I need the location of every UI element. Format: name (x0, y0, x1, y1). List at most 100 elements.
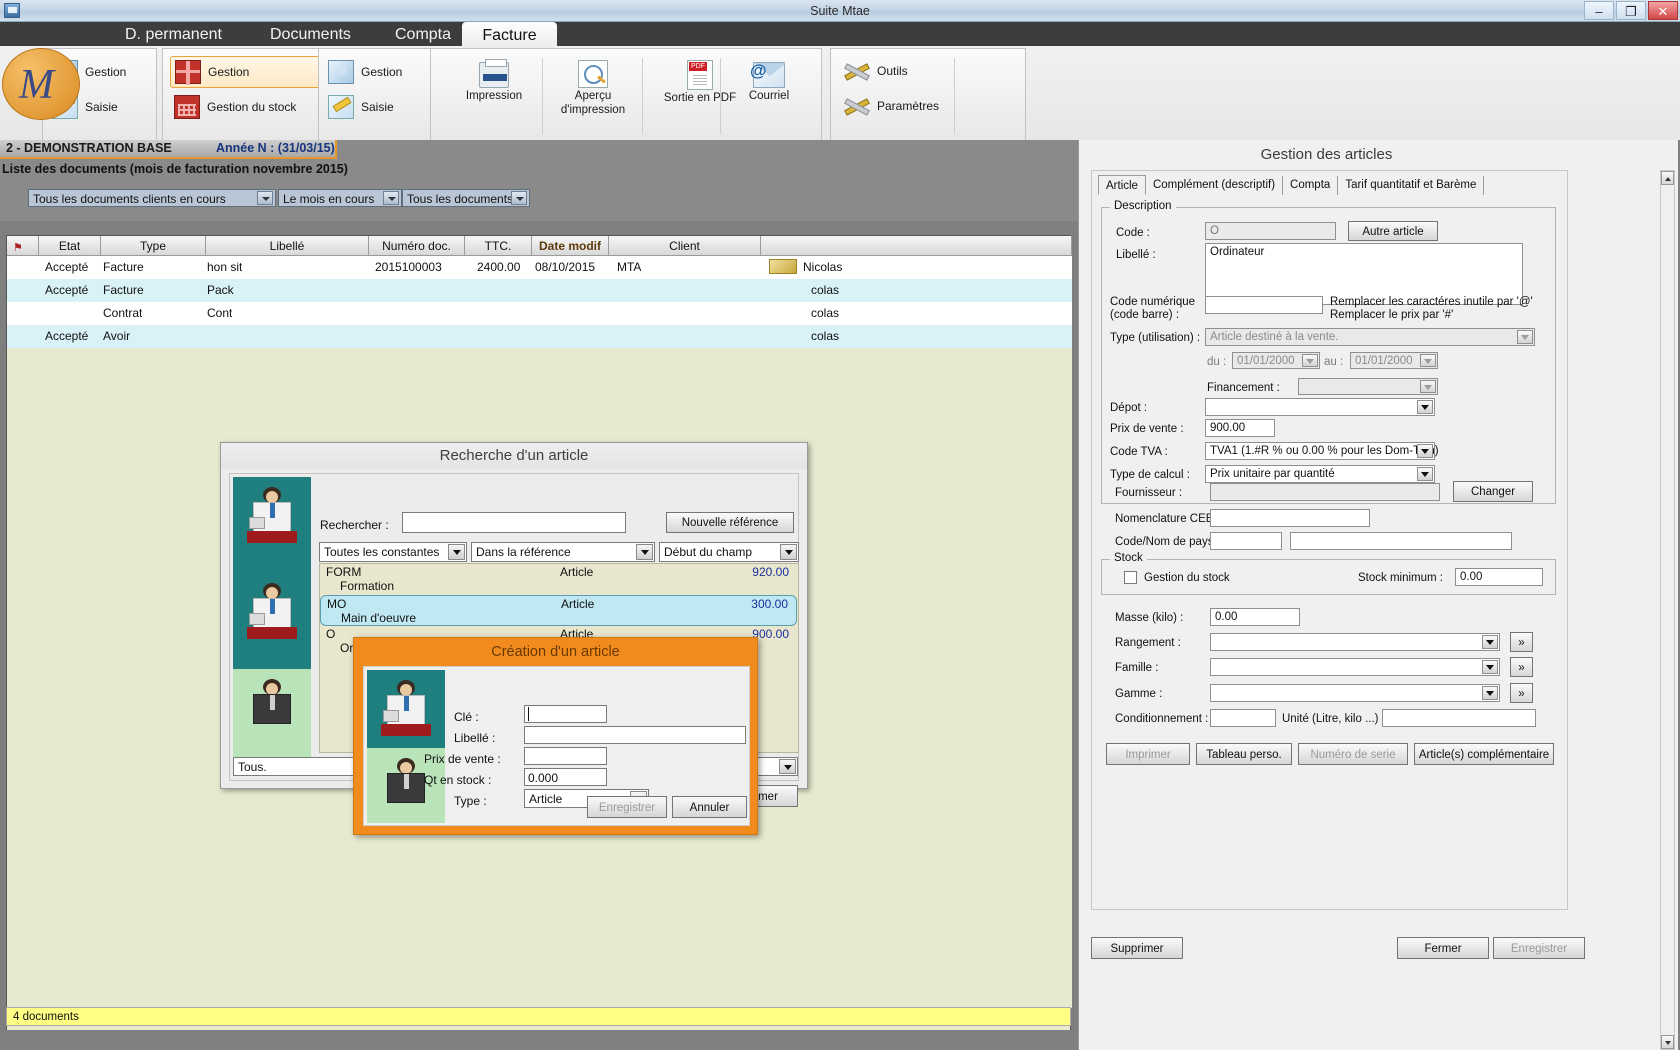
chevron-down-icon[interactable] (1482, 660, 1498, 674)
ribbon-item-article-gestion[interactable]: Gestion (170, 56, 335, 88)
chevron-down-icon[interactable] (383, 191, 399, 205)
au-date-select[interactable]: 01/01/2000 (1350, 352, 1438, 369)
constantes-select[interactable]: Toutes les constantes (319, 542, 467, 562)
close-button[interactable]: ✕ (1648, 1, 1678, 20)
ribbon-item-impression[interactable]: Impression (452, 62, 536, 102)
ribbon-tab-documents[interactable]: Documents (250, 22, 371, 48)
ribbon-item-fournisseur-saisie[interactable]: Saisie (328, 95, 394, 119)
autre-article-button[interactable]: Autre article (1348, 221, 1438, 241)
pays-name-field[interactable] (1290, 532, 1512, 550)
grid-col-date-modif[interactable]: Date modif (532, 236, 609, 256)
champ-select[interactable]: Début du champ (659, 542, 799, 562)
prix-vente-field[interactable]: 900.00 (1205, 419, 1275, 437)
chevron-down-icon[interactable] (1302, 354, 1318, 367)
tab-tarif[interactable]: Tarif quantitatif et Barème (1338, 176, 1484, 195)
fournisseur-field[interactable] (1210, 483, 1440, 501)
du-date-select[interactable]: 01/01/2000 (1232, 352, 1320, 369)
tab-compta[interactable]: Compta (1283, 176, 1338, 195)
ribbon-tab-d-permanent[interactable]: D. permanent (105, 22, 242, 48)
grid-col-type[interactable]: Type (101, 236, 206, 256)
cle-input[interactable] (524, 705, 607, 723)
ribbon-item-parametres[interactable]: Paramètres (844, 95, 939, 117)
libelle-input[interactable] (524, 726, 746, 744)
chevron-down-icon[interactable] (1420, 354, 1436, 367)
chevron-down-icon[interactable] (1482, 635, 1498, 649)
unite-field[interactable] (1382, 709, 1536, 727)
chevron-down-icon[interactable] (1517, 330, 1533, 344)
ribbon-item-article-gestion-stock[interactable]: Gestion du stock (174, 95, 296, 119)
maximize-button[interactable]: ❐ (1616, 1, 1646, 20)
chevron-down-icon[interactable] (636, 544, 653, 560)
famille-select[interactable] (1210, 658, 1500, 676)
financement-select[interactable] (1298, 378, 1438, 395)
ribbon-tab-compta[interactable]: Compta (375, 22, 471, 48)
barcode-field[interactable] (1205, 296, 1323, 314)
chevron-down-icon[interactable] (257, 191, 273, 205)
ribbon-item-outils[interactable]: Outils (844, 60, 908, 82)
numero-serie-button[interactable]: Numéro de serie (1298, 743, 1408, 765)
gamme-expand-button[interactable]: » (1510, 683, 1533, 703)
table-row[interactable]: Contrat Cont colas (7, 302, 1072, 325)
conditionnement-field[interactable] (1210, 709, 1276, 727)
panel-scrollbar[interactable] (1660, 170, 1675, 1050)
ribbon-item-fournisseur-gestion[interactable]: Gestion (328, 60, 402, 84)
masse-field[interactable]: 0.00 (1210, 608, 1300, 626)
breadcrumb-active-tab[interactable]: 2 - DEMONSTRATION BASE Année N : (31/03/… (0, 140, 337, 159)
reference-select[interactable]: Dans la référence (471, 542, 655, 562)
chevron-down-icon[interactable] (780, 544, 797, 560)
search-input[interactable] (402, 512, 626, 533)
imprimer-button[interactable]: Imprimer (1106, 743, 1190, 765)
filter-doctype-select[interactable]: Tous les documents (402, 189, 530, 207)
nouvelle-reference-button[interactable]: Nouvelle référence (666, 512, 794, 533)
prix-vente-input[interactable] (524, 747, 607, 765)
chevron-down-icon[interactable] (1417, 400, 1433, 414)
gamme-select[interactable] (1210, 684, 1500, 702)
scroll-up-button[interactable] (1661, 171, 1674, 185)
type-calcul-select[interactable]: Prix unitaire par quantité (1205, 465, 1435, 483)
fermer-button[interactable]: Fermer (1397, 937, 1489, 959)
enregistrer-article-button[interactable]: Enregistrer (1493, 937, 1585, 959)
gestion-stock-checkbox[interactable] (1124, 571, 1137, 584)
tab-article[interactable]: Article (1098, 175, 1146, 195)
filter-period-select[interactable]: Le mois en cours (278, 189, 402, 207)
code-field[interactable]: O (1205, 222, 1336, 240)
enregistrer-button[interactable]: Enregistrer (587, 796, 667, 818)
chevron-down-icon[interactable] (1417, 467, 1433, 481)
articles-complementaires-button[interactable]: Article(s) complémentaire (1414, 743, 1554, 765)
tableau-perso-button[interactable]: Tableau perso. (1196, 743, 1292, 765)
chevron-down-icon[interactable] (1417, 444, 1433, 458)
code-tva-select[interactable]: TVA1 (1.#R % ou 0.00 % pour les Dom-Tom) (1205, 442, 1435, 460)
changer-button[interactable]: Changer (1453, 481, 1533, 502)
grid-col-libelle[interactable]: Libellé (206, 236, 369, 256)
ribbon-item-apercu-impression[interactable]: Aperçu d'impression (550, 60, 636, 116)
famille-expand-button[interactable]: » (1510, 657, 1533, 677)
table-row[interactable]: Accepté Facture hon sit 2015100003 2400.… (7, 256, 1072, 279)
grid-col-numero-doc[interactable]: Numéro doc. (369, 236, 465, 256)
list-item[interactable]: MO Main d'oeuvre Article 300.00 (320, 595, 797, 626)
grid-col-flag-icon[interactable]: ⚑ (7, 236, 39, 256)
nomenclature-field[interactable] (1210, 509, 1370, 527)
minimize-button[interactable]: – (1584, 1, 1614, 20)
scroll-down-button[interactable] (1661, 1035, 1674, 1049)
qt-stock-input[interactable]: 0.000 (524, 768, 607, 786)
depot-select[interactable] (1205, 398, 1435, 416)
annuler-button[interactable]: Annuler (672, 796, 747, 818)
grid-col-etat[interactable]: Etat (39, 236, 101, 256)
supprimer-article-button[interactable]: Supprimer (1091, 937, 1183, 959)
chevron-down-icon[interactable] (1482, 686, 1498, 700)
ribbon-tab-facture[interactable]: Facture (462, 22, 557, 49)
chevron-down-icon[interactable] (1420, 380, 1436, 393)
ribbon-item-courriel[interactable]: Courriel (728, 62, 810, 102)
filter-documents-select[interactable]: Tous les documents clients en cours (28, 189, 276, 207)
grid-col-client[interactable]: Client (609, 236, 761, 256)
rangement-expand-button[interactable]: » (1510, 632, 1533, 652)
rangement-select[interactable] (1210, 633, 1500, 651)
chevron-down-icon[interactable] (511, 191, 527, 205)
table-row[interactable]: Accepté Facture Pack colas (7, 279, 1072, 302)
grid-col-ttc[interactable]: TTC. (465, 236, 532, 256)
list-item[interactable]: FORM Formation Article 920.00 (320, 564, 797, 595)
type-utilisation-select[interactable]: Article destiné à la vente. (1205, 328, 1535, 346)
chevron-down-icon[interactable] (448, 544, 465, 560)
tab-complement[interactable]: Complément (descriptif) (1146, 176, 1283, 195)
stock-minimum-field[interactable]: 0.00 (1455, 568, 1543, 586)
